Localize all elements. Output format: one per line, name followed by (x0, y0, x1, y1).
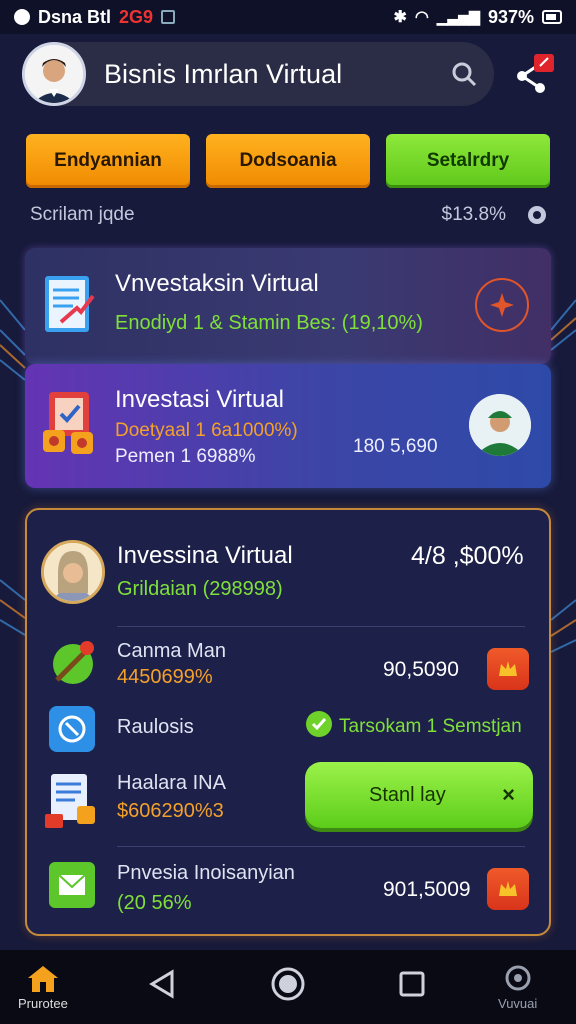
card-action-button[interactable] (475, 278, 529, 332)
investment-card-1[interactable]: Vnvestaksin Virtual Enodiyd 1 & Stamin B… (25, 248, 551, 364)
recents-icon (399, 971, 425, 997)
advisor-avatar[interactable] (469, 394, 531, 456)
row-subtitle: (20 56% (117, 892, 192, 914)
card-line-2: Pemen 1 6988% (115, 446, 256, 467)
bottom-nav: Prurotee Vuvuai (0, 950, 576, 1024)
row-value: 901,5009 (383, 878, 471, 901)
card-value: 180 5,690 (353, 436, 438, 457)
mail-icon (49, 862, 95, 908)
row-title: Canma Man (117, 640, 226, 662)
detail-subtitle: Grildaian (298998) (117, 578, 283, 600)
row-action-button[interactable] (487, 648, 529, 690)
nav-recents[interactable] (396, 968, 428, 1000)
share-button[interactable] (512, 54, 556, 98)
document-chart-icon (45, 276, 95, 332)
network-type-text: 2G9 (119, 6, 154, 27)
coins-icon (43, 392, 93, 454)
start-button-label: Stanl lay (369, 783, 446, 806)
nav-home[interactable]: Prurotee (18, 964, 68, 1011)
nav-home-label: Prurotee (18, 996, 68, 1011)
signal-icon: ▁▃▅▇ (436, 8, 480, 25)
row-title: Raulosis (117, 716, 194, 738)
leaf-icon (53, 641, 94, 684)
row-status: Tarsokam 1 Semstjan (339, 716, 522, 737)
card-subtitle: Enodiyd 1 & Stamin Bes: (19,10%) (115, 312, 423, 334)
circle-home-icon (271, 967, 305, 1001)
nav-back[interactable] (146, 968, 178, 1000)
search-icon (452, 62, 477, 87)
detail-value: 4/8 ,$00% (411, 542, 524, 570)
divider (117, 846, 525, 847)
row-title: Haalara INA (117, 772, 226, 794)
battery-percent: 937% (487, 6, 534, 27)
document-icon (45, 774, 95, 828)
start-button[interactable]: Stanl lay × (305, 762, 533, 828)
share-icon (517, 54, 554, 93)
home-icon (27, 966, 58, 992)
summary-label: Scrilam jqde (30, 204, 135, 225)
card-line-1: Doetyaal 1 6a1000%) (115, 420, 298, 441)
nav-search-label: Vuvuai (498, 996, 538, 1011)
search-button[interactable] (448, 58, 480, 90)
divider (117, 626, 525, 627)
profile-avatar[interactable] (22, 42, 86, 106)
row-action-button[interactable] (487, 868, 529, 910)
row-subtitle: $606290%3 (117, 800, 224, 822)
tab-label: Setalrdry (426, 150, 510, 171)
header-bar: Bisnis Imrlan Virtual (22, 42, 494, 106)
crown-icon (499, 661, 517, 676)
investment-card-2[interactable]: Investasi Virtual Doetyaal 1 6a1000%) Pe… (25, 364, 551, 488)
nav-home-button[interactable] (270, 966, 306, 1002)
close-icon: × (502, 782, 515, 807)
row-subtitle: 4450699% (117, 666, 213, 688)
tab-label: Endyannian (54, 150, 162, 171)
summary-value: $13.8% (441, 204, 506, 225)
row-title: Pnvesia Inoisanyian (117, 862, 295, 884)
investor-avatar (41, 540, 105, 604)
tab-dodsoania[interactable]: Dodsoania (206, 134, 370, 188)
app-title: Bisnis Imrlan Virtual (104, 58, 343, 89)
info-icon[interactable] (528, 206, 546, 224)
tab-endyannian[interactable]: Endyannian (26, 134, 190, 188)
tab-setalrdry[interactable]: Setalrdry (386, 134, 550, 188)
star-icon (490, 293, 514, 317)
back-icon (149, 969, 174, 999)
detail-title: Invessina Virtual (117, 542, 293, 569)
card-title: Vnvestaksin Virtual (115, 270, 319, 297)
check-icon (306, 711, 332, 737)
search-icon (505, 965, 531, 991)
app-notification-icon (14, 9, 30, 25)
compass-icon (49, 706, 95, 752)
row-value: 90,5090 (383, 658, 459, 681)
summary-row: Scrilam jqde $13.8% (30, 202, 546, 228)
carrier-text: Dsna Btl (38, 6, 112, 27)
battery-icon (542, 10, 562, 24)
sim-icon (161, 10, 176, 24)
notification-icon: ✱ (393, 9, 407, 26)
status-bar: Dsna Btl 2G9 ✱ ◠ ▁▃▅▇ 937% (0, 0, 576, 34)
card-title: Investasi Virtual (115, 386, 284, 413)
investment-detail-card: Invessina Virtual Grildaian (298998) 4/8… (25, 508, 551, 936)
wifi-icon: ◠ (414, 9, 429, 26)
crown-icon (499, 881, 517, 896)
tab-label: Dodsoania (239, 150, 337, 171)
nav-search[interactable]: Vuvuai (498, 964, 537, 1011)
